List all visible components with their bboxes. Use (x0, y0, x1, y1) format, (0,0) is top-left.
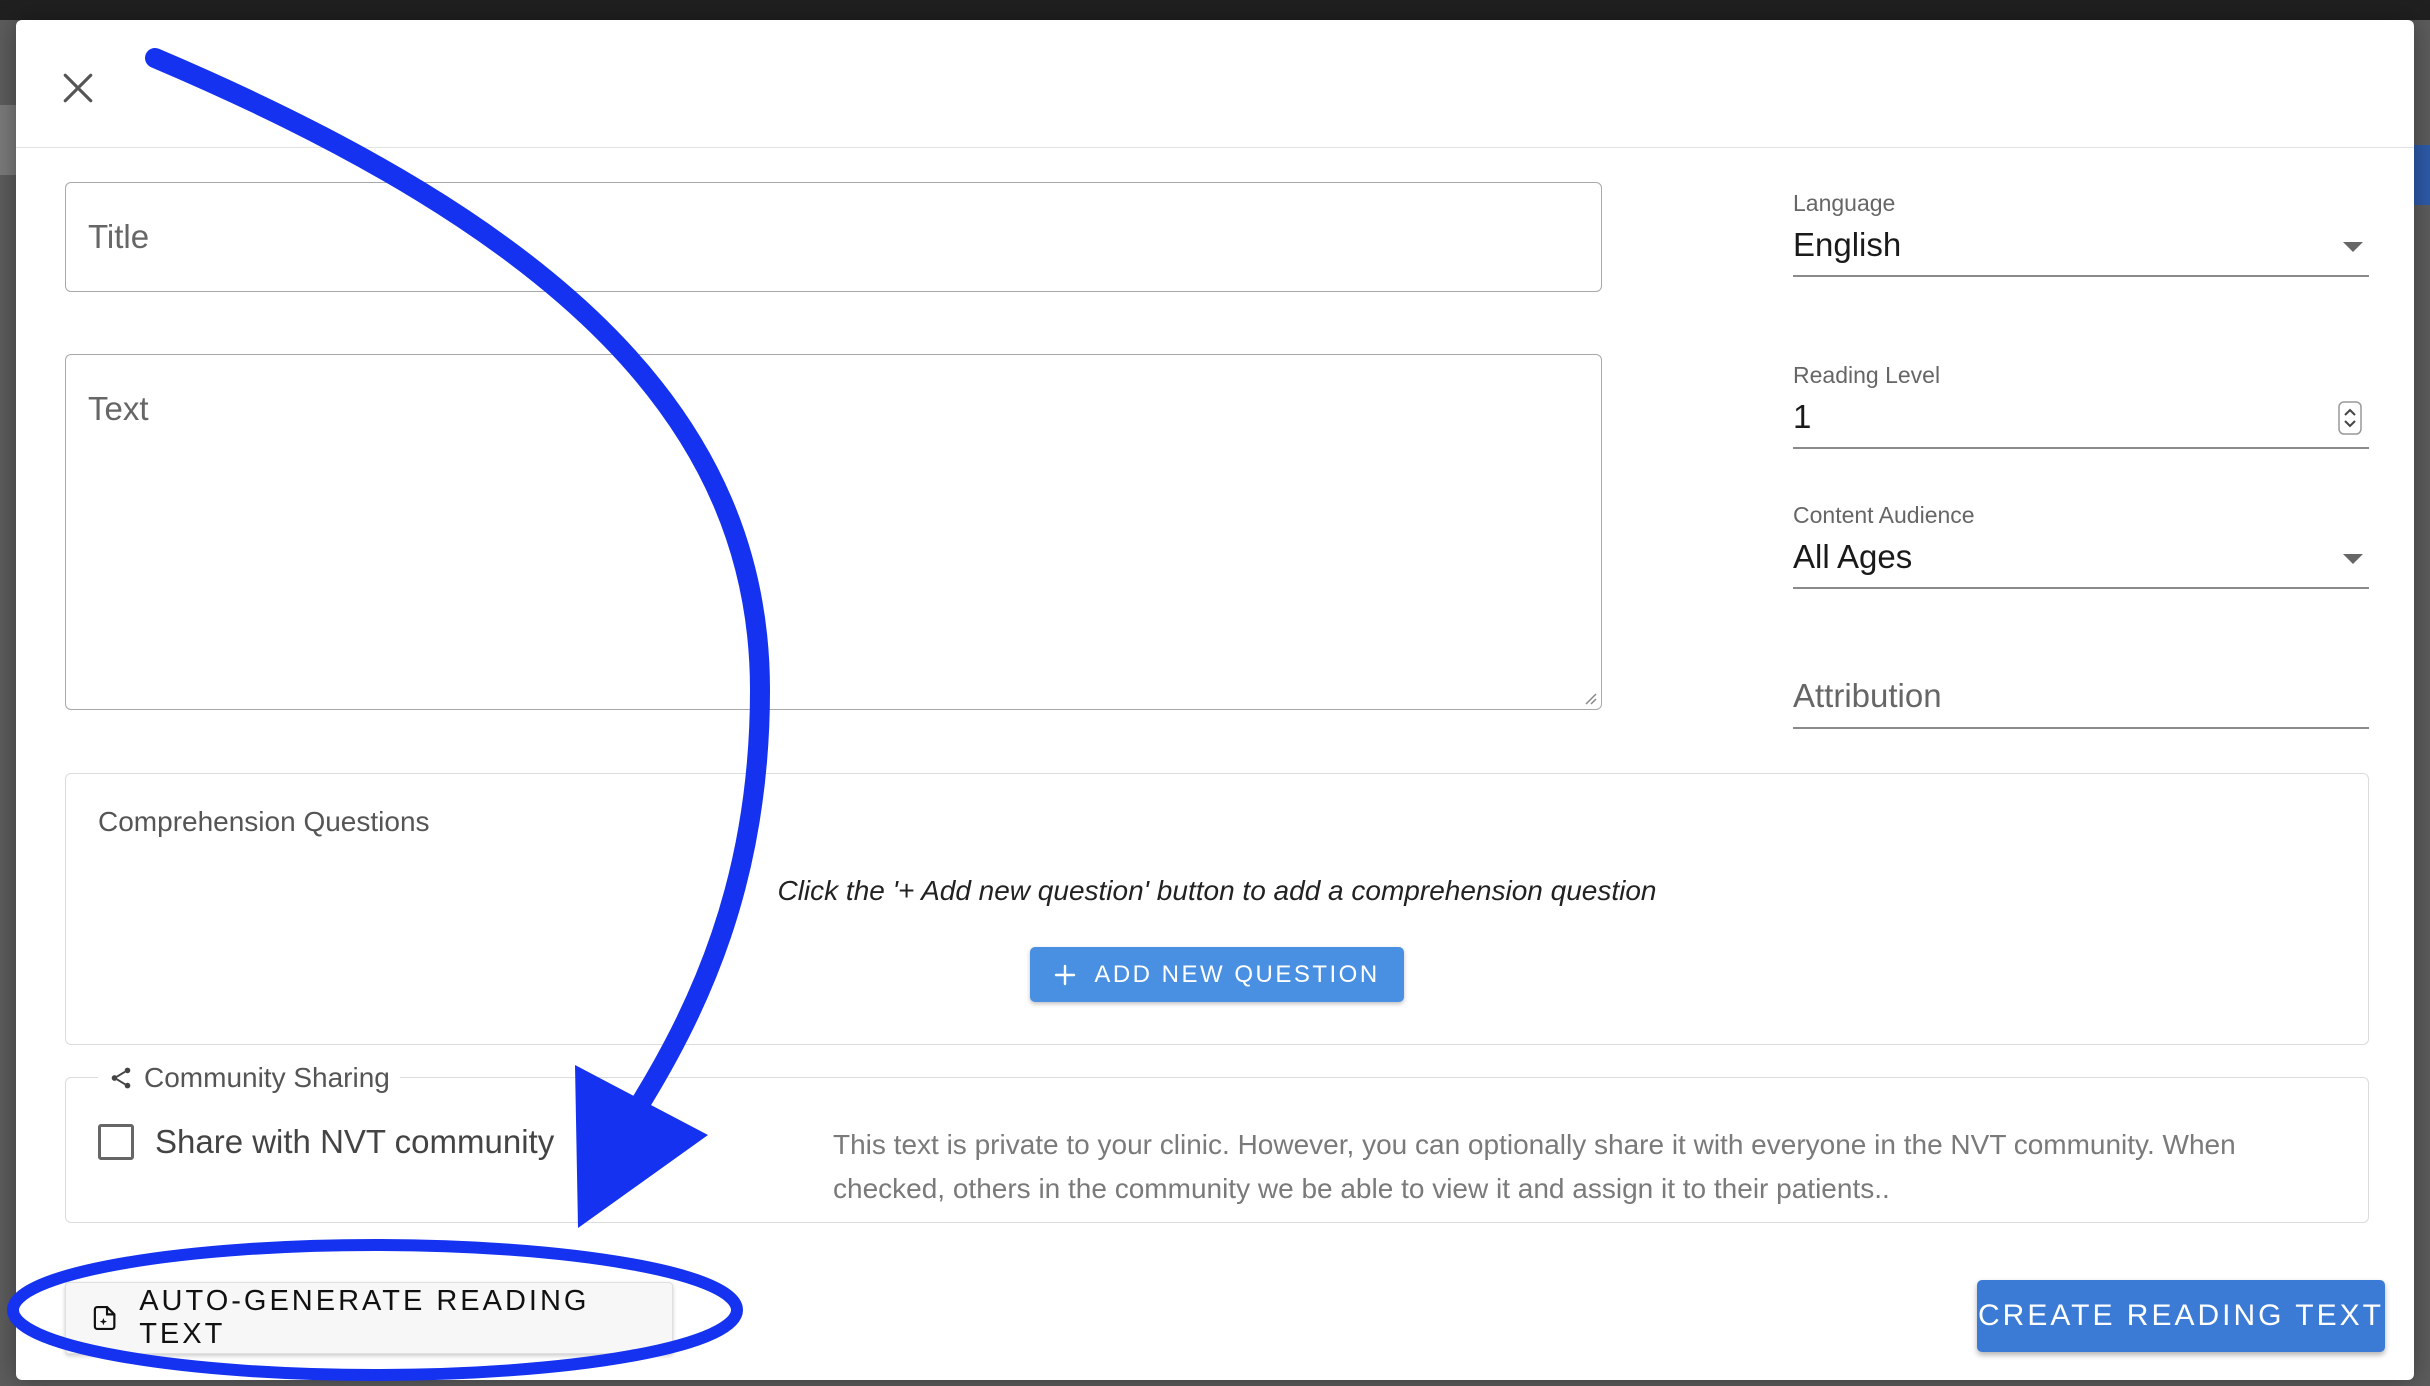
comprehension-hint: Click the '+ Add new question' button to… (777, 875, 1657, 906)
reading-level-value: 1 (1793, 398, 1812, 435)
add-new-question-button[interactable]: ADD NEW QUESTION (1030, 947, 1404, 1002)
resize-handle-icon[interactable] (1583, 691, 1597, 705)
content-audience-value: All Ages (1793, 538, 1913, 575)
language-value: English (1793, 226, 1902, 263)
chevron-down-icon (2343, 242, 2363, 252)
title-placeholder: Title (88, 218, 150, 255)
text-placeholder: Text (88, 390, 149, 427)
comprehension-questions-title: Comprehension Questions (98, 806, 430, 837)
reading-level-underline (1793, 447, 2369, 449)
add-new-question-label: ADD NEW QUESTION (1094, 960, 1380, 988)
auto-generate-icon (93, 1305, 116, 1331)
chevron-down-icon (2343, 554, 2363, 564)
number-stepper-icon[interactable] (2338, 401, 2362, 435)
reading-level-label: Reading Level (1793, 362, 1941, 388)
plus-icon (1055, 964, 1076, 985)
share-with-community-checkbox[interactable] (98, 1124, 134, 1160)
content-audience-label: Content Audience (1793, 502, 1975, 528)
text-area[interactable]: Text (65, 354, 1602, 710)
background-page-fragment (0, 105, 16, 175)
community-sharing-legend: Community Sharing (98, 1061, 400, 1095)
attribution-underline (1793, 727, 2369, 729)
create-reading-text-label: CREATE READING TEXT (1978, 1299, 2384, 1332)
title-field[interactable]: Title (65, 182, 1602, 292)
share-with-community-label[interactable]: Share with NVT community (155, 1123, 554, 1161)
community-sharing-description: This text is private to your clinic. How… (833, 1129, 2236, 1204)
create-reading-text-button[interactable]: CREATE READING TEXT (1977, 1280, 2385, 1352)
dialog-header (16, 20, 2414, 148)
attribution-placeholder: Attribution (1793, 677, 1942, 714)
create-reading-text-dialog: Title Text Language English Reading Leve… (16, 20, 2414, 1380)
language-label: Language (1793, 190, 1896, 216)
close-button[interactable] (50, 60, 106, 116)
language-underline (1793, 275, 2369, 277)
background-page-fragment (2414, 145, 2430, 205)
auto-generate-reading-text-button[interactable]: AUTO-GENERATE READING TEXT (65, 1282, 673, 1354)
comprehension-questions-section: Comprehension Questions Click the '+ Add… (65, 773, 2369, 1045)
content-audience-underline (1793, 587, 2369, 589)
app-top-bar (0, 0, 2430, 20)
close-icon (63, 73, 93, 103)
share-icon (111, 1067, 131, 1089)
auto-generate-label: AUTO-GENERATE READING TEXT (139, 1285, 590, 1350)
community-sharing-title: Community Sharing (144, 1062, 390, 1093)
